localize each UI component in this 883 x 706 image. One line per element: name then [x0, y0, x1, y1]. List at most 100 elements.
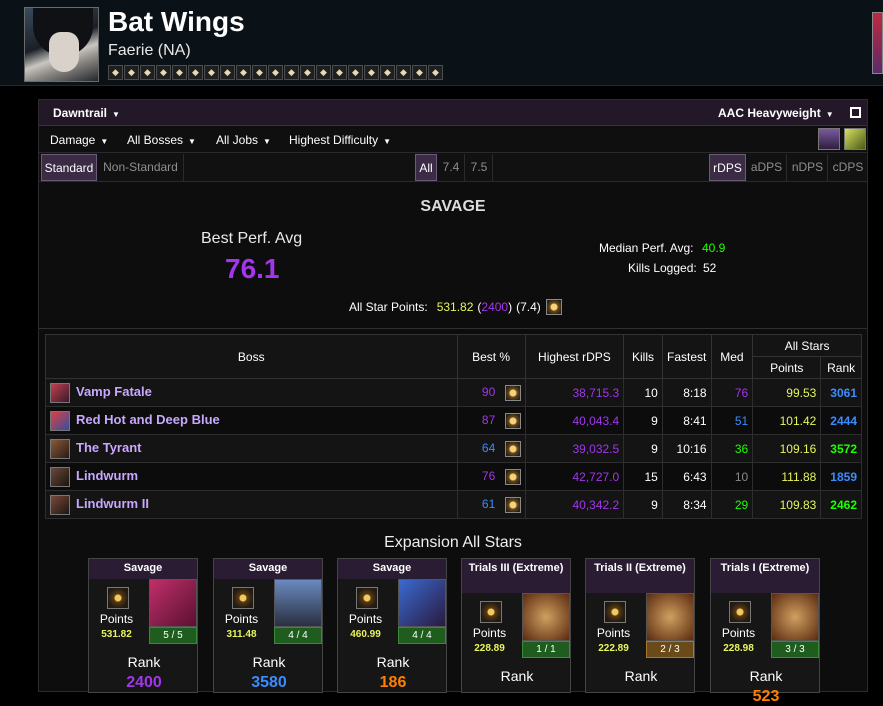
job-token-icon[interactable] — [729, 601, 751, 623]
table-row[interactable]: The Tyrant 64 39,032.5 9 10:16 36 109.16 3572 — [45, 434, 862, 463]
job-icon-sge[interactable]: ◆ — [220, 65, 235, 80]
job-filter-icon[interactable] — [818, 128, 840, 150]
job-icon-ast[interactable]: ◆ — [204, 65, 219, 80]
kills-logged-label: Kills Logged: — [628, 261, 697, 275]
boss-dropdown[interactable]: All Bosses ▼ — [127, 133, 196, 147]
table-row[interactable]: Lindwurm 76 42,727.0 15 6:43 10 111.88 1859 — [45, 462, 862, 491]
job-icon-mch[interactable]: ◆ — [348, 65, 363, 80]
card-points-value: 228.98 — [723, 643, 754, 654]
job-icon-rdm[interactable]: ◆ — [412, 65, 427, 80]
job-token-icon[interactable] — [604, 601, 626, 623]
job-token-icon[interactable] — [480, 601, 502, 623]
job-token-icon[interactable] — [107, 587, 129, 609]
boss-cell: Lindwurm — [45, 462, 458, 491]
col-highest[interactable]: Highest rDPS — [524, 334, 625, 379]
card-points-label: Points — [348, 612, 383, 626]
boss-cell: Red Hot and Deep Blue — [45, 406, 458, 435]
job-token-icon[interactable] — [545, 299, 562, 315]
card-points-label: Points — [596, 626, 631, 640]
table-row[interactable]: Red Hot and Deep Blue 87 40,043.4 9 8:41 51 1… — [45, 406, 862, 435]
key-icon[interactable] — [844, 128, 866, 150]
expansion-card[interactable]: Trials III (Extreme) Points 228.89 1 / 1 Ran… — [461, 558, 571, 693]
boss-name-link[interactable]: Lindwurm — [76, 468, 138, 483]
boss-portrait-icon — [50, 494, 70, 515]
job-token-icon[interactable] — [504, 440, 521, 457]
expansion-card[interactable]: Savage Points 531.82 5 / 5 Rank 2400 — [88, 558, 198, 693]
card-points-label: Points — [224, 612, 259, 626]
boss-name-link[interactable]: The Tyrant — [76, 440, 142, 455]
side-thumbnail[interactable] — [872, 12, 883, 74]
job-token-icon[interactable] — [356, 587, 378, 609]
tab-patch-7-4[interactable]: 7.4 — [438, 154, 465, 181]
job-dropdown[interactable]: All Jobs ▼ — [216, 133, 271, 147]
job-icon-sch[interactable]: ◆ — [188, 65, 203, 80]
difficulty-dropdown[interactable]: Highest Difficulty ▼ — [289, 133, 391, 147]
job-token-icon[interactable] — [504, 496, 521, 513]
allstar-points: 109.16 — [752, 434, 822, 463]
job-token-icon[interactable] — [504, 384, 521, 401]
job-token-icon[interactable] — [504, 412, 521, 429]
job-icon-war[interactable]: ◆ — [124, 65, 139, 80]
job-icon-vpr[interactable]: ◆ — [316, 65, 331, 80]
col-boss[interactable]: Boss — [45, 334, 458, 379]
tab-ndps[interactable]: nDPS — [788, 154, 828, 181]
job-icon-brd[interactable]: ◆ — [332, 65, 347, 80]
table-row[interactable]: Lindwurm II 61 40,342.2 9 8:34 29 109.83 2462 — [45, 490, 862, 519]
col-kills[interactable]: Kills — [623, 334, 663, 379]
job-icon-smn[interactable]: ◆ — [396, 65, 411, 80]
expansion-card[interactable]: Trials I (Extreme) Points 228.98 3 / 3 Rank 5… — [710, 558, 820, 705]
boss-name-link[interactable]: Red Hot and Deep Blue — [76, 412, 220, 427]
character-server: Faerie (NA) — [108, 42, 191, 59]
card-progress: 3 / 3 — [771, 641, 819, 658]
job-icon-drk[interactable]: ◆ — [140, 65, 155, 80]
tab-patch-7-5[interactable]: 7.5 — [466, 154, 493, 181]
job-token-icon[interactable] — [504, 468, 521, 485]
job-icon-blm[interactable]: ◆ — [380, 65, 395, 80]
job-icon-drg[interactable]: ◆ — [252, 65, 267, 80]
boss-name-link[interactable]: Lindwurm II — [76, 496, 149, 511]
tab-rdps[interactable]: rDPS — [709, 154, 746, 181]
tab-patch-all[interactable]: All — [415, 154, 437, 181]
allstar-points: 99.53 — [752, 378, 822, 407]
tab-standard[interactable]: Standard — [41, 154, 97, 181]
job-icon-dnc[interactable]: ◆ — [364, 65, 379, 80]
col-med[interactable]: Med — [710, 334, 754, 379]
table-row[interactable]: Vamp Fatale 90 38,715.3 10 8:18 76 99.53 3061 — [45, 378, 862, 407]
character-avatar[interactable] — [24, 7, 99, 82]
boss-name-link[interactable]: Vamp Fatale — [76, 384, 152, 399]
expansion-card[interactable]: Trials II (Extreme) Points 222.89 2 / 3 Rank — [585, 558, 695, 693]
best-percent: 64 — [481, 440, 496, 455]
zone-dropdown[interactable]: AAC Heavyweight ▼ — [718, 106, 834, 120]
card-progress: 5 / 5 — [149, 627, 197, 644]
card-title: Savage — [338, 559, 446, 579]
expansion-dropdown[interactable]: Dawntrail ▼ — [53, 106, 120, 120]
job-token-icon[interactable] — [232, 587, 254, 609]
col-rank[interactable]: Rank — [820, 356, 862, 379]
col-fastest[interactable]: Fastest — [661, 334, 712, 379]
col-best[interactable]: Best % — [456, 334, 526, 379]
expansion-card[interactable]: Savage Points 460.99 4 / 4 Rank 186 — [337, 558, 447, 693]
card-progress: 4 / 4 — [274, 627, 322, 644]
job-icon-whm[interactable]: ◆ — [172, 65, 187, 80]
maximize-icon[interactable] — [850, 107, 861, 118]
job-icon-pct[interactable]: ◆ — [428, 65, 443, 80]
job-icon-nin[interactable]: ◆ — [268, 65, 283, 80]
kills-logged-value: 52 — [703, 261, 717, 275]
card-rank-value: 3580 — [251, 674, 287, 691]
tab-non-standard[interactable]: Non-Standard — [98, 154, 184, 181]
metric-dropdown[interactable]: Damage ▼ — [50, 133, 108, 147]
job-icon-gnb[interactable]: ◆ — [156, 65, 171, 80]
job-icon-pld[interactable]: ◆ — [108, 65, 123, 80]
tab-adps[interactable]: aDPS — [747, 154, 787, 181]
card-rank-label: Rank — [749, 668, 783, 684]
job-icon-rpr[interactable]: ◆ — [300, 65, 315, 80]
card-points-label: Points — [472, 626, 507, 640]
tab-cdps[interactable]: cDPS — [829, 154, 867, 181]
highest-rdps: 39,032.5 — [524, 434, 625, 463]
col-points[interactable]: Points — [752, 356, 822, 379]
fastest-time: 8:34 — [661, 490, 712, 519]
best-perf-value: 76.1 — [225, 253, 280, 284]
expansion-card[interactable]: Savage Points 311.48 4 / 4 Rank 3580 — [213, 558, 323, 693]
job-icon-mnk[interactable]: ◆ — [236, 65, 251, 80]
job-icon-sam[interactable]: ◆ — [284, 65, 299, 80]
